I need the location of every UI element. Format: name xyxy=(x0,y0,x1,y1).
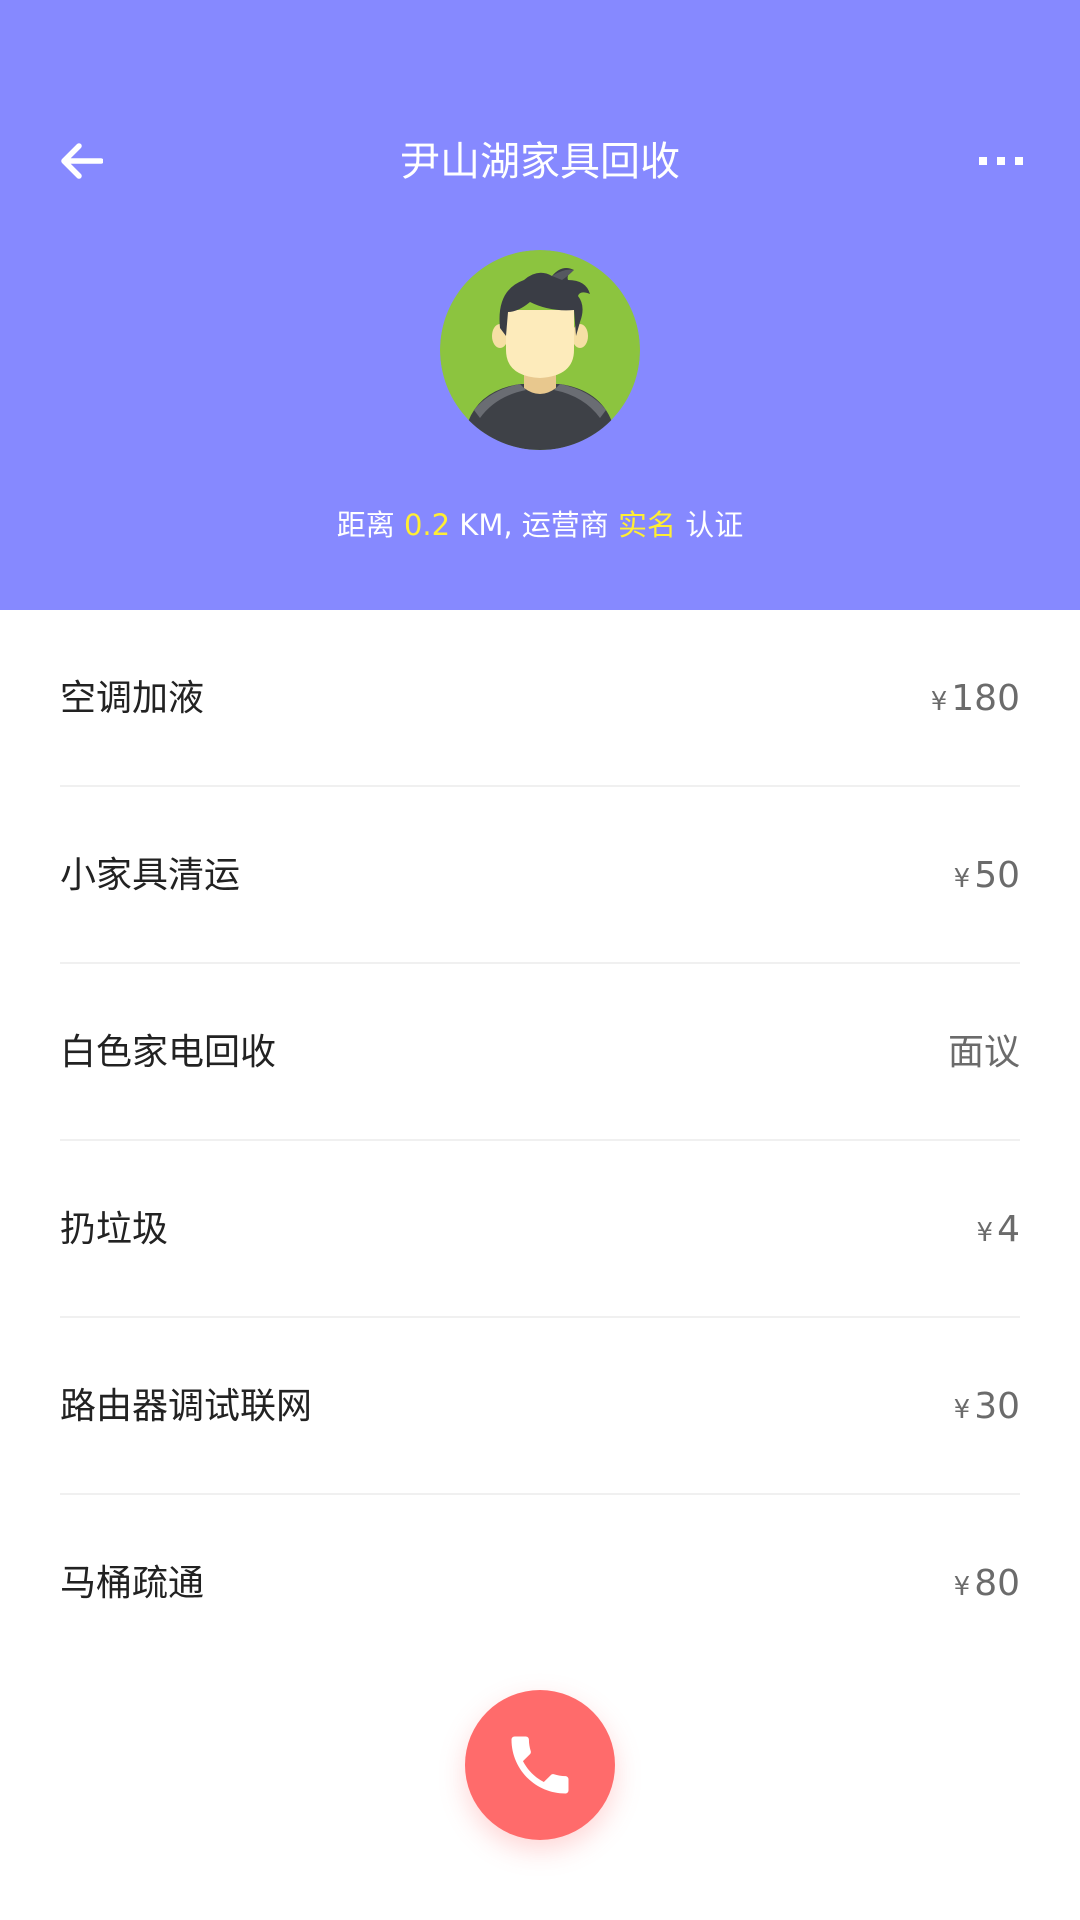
list-item[interactable]: 空调加液 ¥180 xyxy=(60,610,1020,787)
service-price: ¥80 xyxy=(954,1495,1020,1672)
avatar xyxy=(440,250,640,450)
operator-label: 运营商 xyxy=(521,508,609,542)
call-button[interactable] xyxy=(465,1690,615,1840)
service-price: ¥50 xyxy=(954,787,1020,964)
list-item[interactable]: 马桶疏通 ¥80 xyxy=(60,1495,1020,1672)
list-item[interactable]: 路由器调试联网 ¥30 xyxy=(60,1318,1020,1495)
list-item[interactable]: 小家具清运 ¥50 xyxy=(60,787,1020,964)
currency-symbol: ¥ xyxy=(953,1395,971,1425)
service-name: 空调加液 xyxy=(60,678,205,719)
service-name: 路由器调试联网 xyxy=(60,1386,313,1427)
verified-label: 实名 xyxy=(618,508,677,542)
more-dots-icon xyxy=(979,157,1023,165)
distance-prefix: 距离 xyxy=(336,508,395,542)
currency-symbol: ¥ xyxy=(953,1572,971,1602)
arrow-left-icon xyxy=(61,143,103,179)
price-value: 30 xyxy=(974,1386,1020,1427)
currency-symbol: ¥ xyxy=(953,864,971,894)
service-price: ¥4 xyxy=(977,1141,1020,1318)
price-value: 面议 xyxy=(947,1032,1020,1073)
back-button[interactable] xyxy=(40,120,122,202)
list-item[interactable]: 白色家电回收 面议 xyxy=(60,964,1020,1141)
service-price: 面议 xyxy=(944,964,1020,1141)
service-list: 空调加液 ¥180 小家具清运 ¥50 白色家电回收 面议 扔垃圾 ¥4 路由器… xyxy=(60,610,1020,1672)
male-avatar-icon xyxy=(440,250,640,450)
page-title: 尹山湖家具回收 xyxy=(400,139,680,185)
list-item[interactable]: 扔垃圾 ¥4 xyxy=(60,1141,1020,1318)
price-value: 180 xyxy=(951,678,1020,719)
service-name: 白色家电回收 xyxy=(60,1032,277,1073)
price-value: 50 xyxy=(974,855,1020,896)
header: 尹山湖家具回收 距离 0.2 KM, 运营商 实名 认证 xyxy=(0,0,1080,610)
more-button[interactable] xyxy=(960,120,1042,202)
distance-unit: KM, xyxy=(459,508,513,542)
phone-icon xyxy=(511,1736,569,1794)
cert-label: 认证 xyxy=(685,508,744,542)
service-price: ¥180 xyxy=(931,610,1020,787)
distance-info: 距离 0.2 KM, 运营商 实名 认证 xyxy=(0,500,1080,550)
service-name: 扔垃圾 xyxy=(60,1209,169,1250)
service-name: 马桶疏通 xyxy=(60,1563,205,1604)
service-name: 小家具清运 xyxy=(60,855,241,896)
distance-value: 0.2 xyxy=(403,508,451,542)
price-value: 80 xyxy=(974,1563,1020,1604)
currency-symbol: ¥ xyxy=(976,1218,994,1248)
currency-symbol: ¥ xyxy=(930,687,948,717)
service-price: ¥30 xyxy=(954,1318,1020,1495)
price-value: 4 xyxy=(997,1209,1020,1250)
